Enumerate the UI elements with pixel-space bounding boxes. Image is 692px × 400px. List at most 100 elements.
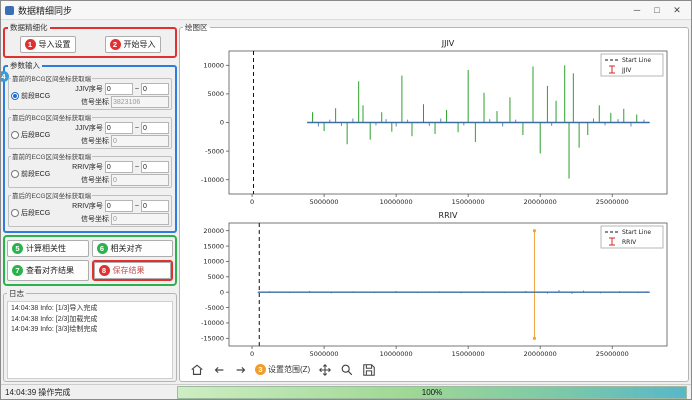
left-panel: 数据精细化 1 导入设置 2 开始导入 参数输入 4 靠前的BCG区间坐标获取 xyxy=(3,22,177,382)
svg-text:-10000: -10000 xyxy=(201,176,224,184)
log-line: 14:04:38 Info: [2/3]加载完成 xyxy=(11,315,169,326)
status-bar: 14:04:39 操作完成 100% xyxy=(1,384,691,399)
svg-text:-5000: -5000 xyxy=(205,304,224,312)
radio-label: 后段ECG xyxy=(21,208,50,218)
pan-icon[interactable] xyxy=(317,362,332,377)
serial-start-input[interactable] xyxy=(105,161,133,173)
radio-label: 前段BCG xyxy=(21,91,50,101)
save-result-highlight: 8 保存结果 xyxy=(92,260,174,281)
svg-text:10000: 10000 xyxy=(203,62,224,70)
log-line: 14:04:38 Info: [1/3]导入完成 xyxy=(11,304,169,315)
tilde-separator: ~ xyxy=(135,125,139,132)
group-data-refine: 数据精细化 1 导入设置 2 开始导入 xyxy=(3,22,177,58)
zoom-icon[interactable] xyxy=(339,362,354,377)
svg-text:5000: 5000 xyxy=(207,273,224,281)
save-figure-icon[interactable] xyxy=(361,362,376,377)
close-button[interactable]: ✕ xyxy=(667,5,687,16)
svg-text:RRIV: RRIV xyxy=(622,239,637,246)
serial-end-input[interactable] xyxy=(141,200,169,212)
save-result-button[interactable]: 8 保存结果 xyxy=(94,262,172,279)
radio-icon[interactable] xyxy=(11,209,19,217)
serial-label: JJIV序号 xyxy=(75,84,103,94)
group-plot-area: 绘图区 -10000-50000500010000050000001000000… xyxy=(179,22,689,382)
svg-text:-10000: -10000 xyxy=(201,319,224,327)
serial-label: RRIV序号 xyxy=(72,162,103,172)
set-range-control[interactable]: 3 设置范围(Z) xyxy=(255,364,310,375)
serial-start-input[interactable] xyxy=(105,83,133,95)
progress-value: 100% xyxy=(422,388,442,397)
radio-rear-ecg[interactable]: 后段ECG xyxy=(11,208,61,218)
svg-text:0: 0 xyxy=(220,119,224,127)
minimize-button[interactable]: ─ xyxy=(627,5,647,16)
svg-text:JJIV: JJIV xyxy=(441,39,455,48)
log-output: 14:04:38 Info: [1/3]导入完成 14:04:38 Info: … xyxy=(7,301,173,379)
signal-coord-label: 信号坐标 xyxy=(81,97,109,107)
svg-text:10000000: 10000000 xyxy=(380,198,413,206)
svg-text:5000000: 5000000 xyxy=(310,350,339,358)
forward-icon[interactable] xyxy=(233,362,248,377)
step-badge-3: 3 xyxy=(255,364,266,375)
serial-end-input[interactable] xyxy=(141,122,169,134)
app-window: 数据精细同步 ─ □ ✕ 数据精细化 1 导入设置 2 开始导入 xyxy=(0,0,692,400)
param-group-rear-bcg: 靠后的BCG区间坐标获取端 后段BCG JJIV序号 ~ xyxy=(8,112,172,149)
radio-front-bcg[interactable]: 前段BCG xyxy=(11,91,61,101)
window-title: 数据精细同步 xyxy=(18,4,627,17)
svg-text:-5000: -5000 xyxy=(205,147,224,155)
back-icon[interactable] xyxy=(211,362,226,377)
view-align-result-button[interactable]: 7 查看对齐结果 xyxy=(7,260,89,281)
radio-rear-bcg[interactable]: 后段BCG xyxy=(11,130,61,140)
param-group-title: 靠后的ECG区间坐标获取端 xyxy=(11,190,92,200)
maximize-button[interactable]: □ xyxy=(647,5,667,16)
radio-icon[interactable] xyxy=(11,170,19,178)
signal-coord-input[interactable] xyxy=(111,213,169,225)
status-message: 14:04:39 操作完成 xyxy=(5,387,177,398)
step-badge-5: 5 xyxy=(12,243,23,254)
serial-end-input[interactable] xyxy=(141,83,169,95)
correlation-align-button[interactable]: 6 相关对齐 xyxy=(92,240,174,257)
signal-coord-input[interactable] xyxy=(111,135,169,147)
svg-text:15000: 15000 xyxy=(203,242,224,250)
serial-end-input[interactable] xyxy=(141,161,169,173)
radio-icon[interactable] xyxy=(11,92,19,100)
group-log: 日志 14:04:38 Info: [1/3]导入完成 14:04:38 Inf… xyxy=(3,288,177,382)
svg-text:0: 0 xyxy=(250,198,254,206)
title-bar: 数据精细同步 ─ □ ✕ xyxy=(1,1,691,20)
action-buttons-group: 5 计算相关性 6 相关对齐 7 查看对齐结果 8 保存结果 xyxy=(3,235,177,286)
group-parameters-title: 参数输入 xyxy=(8,60,42,71)
signal-coord-input[interactable] xyxy=(111,96,169,108)
radio-front-ecg[interactable]: 前段ECG xyxy=(11,169,61,179)
svg-text:15000000: 15000000 xyxy=(452,198,485,206)
signal-coord-label: 信号坐标 xyxy=(81,214,109,224)
rriv-chart: -15000-10000-500005000100001500020000050… xyxy=(183,207,685,359)
serial-label: RRIV序号 xyxy=(72,201,103,211)
start-import-label: 开始导入 xyxy=(124,39,156,50)
svg-text:JJIV: JJIV xyxy=(621,67,632,74)
group-parameters: 参数输入 4 靠前的BCG区间坐标获取端 前段BCG JJIV序号 xyxy=(3,60,177,233)
svg-text:20000000: 20000000 xyxy=(524,198,557,206)
param-group-front-ecg: 靠前的ECG区间坐标获取端 前段ECG RRIV序号 ~ xyxy=(8,151,172,188)
svg-text:Start Line: Start Line xyxy=(622,57,651,64)
svg-text:-15000: -15000 xyxy=(201,335,224,343)
param-group-title: 靠后的BCG区间坐标获取端 xyxy=(11,112,92,122)
svg-text:0: 0 xyxy=(220,288,224,296)
tilde-separator: ~ xyxy=(135,86,139,93)
view-align-result-label: 查看对齐结果 xyxy=(26,265,74,276)
radio-label: 后段BCG xyxy=(21,130,50,140)
svg-text:15000000: 15000000 xyxy=(452,350,485,358)
start-import-button[interactable]: 2 开始导入 xyxy=(105,36,161,53)
signal-coord-label: 信号坐标 xyxy=(81,175,109,185)
compute-correlation-button[interactable]: 5 计算相关性 xyxy=(7,240,89,257)
serial-start-input[interactable] xyxy=(105,200,133,212)
progress-bar: 100% xyxy=(177,386,687,399)
radio-icon[interactable] xyxy=(11,131,19,139)
svg-text:25000000: 25000000 xyxy=(596,198,629,206)
serial-start-input[interactable] xyxy=(105,122,133,134)
svg-text:RRIV: RRIV xyxy=(439,211,458,220)
svg-text:25000000: 25000000 xyxy=(596,350,629,358)
signal-coord-input[interactable] xyxy=(111,174,169,186)
import-settings-button[interactable]: 1 导入设置 xyxy=(20,36,76,53)
set-range-label: 设置范围(Z) xyxy=(268,364,310,375)
signal-coord-label: 信号坐标 xyxy=(81,136,109,146)
home-icon[interactable] xyxy=(189,362,204,377)
log-line: 14:04:39 Info: [3/3]绘制完成 xyxy=(11,325,169,336)
